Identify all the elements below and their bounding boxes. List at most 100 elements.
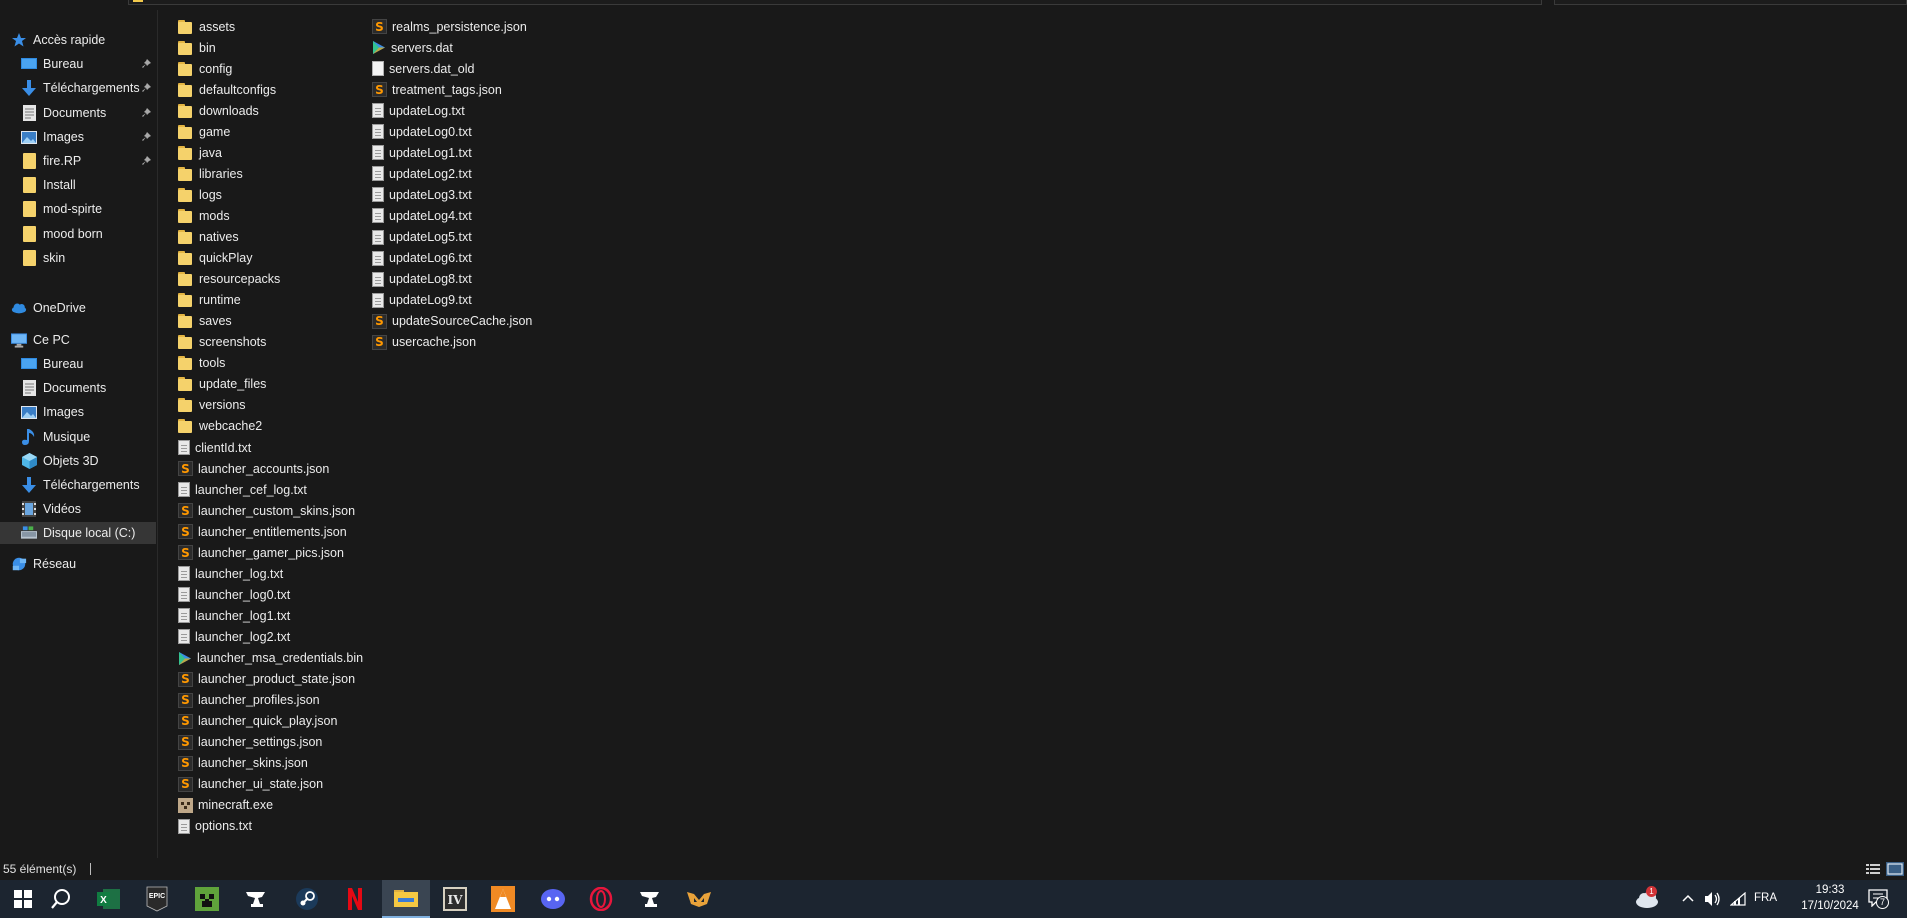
nav-onedrive[interactable]: OneDrive bbox=[0, 297, 156, 319]
volume-icon[interactable] bbox=[1704, 891, 1722, 907]
address-bar[interactable] bbox=[128, 0, 1542, 5]
file-item[interactable]: launcher_log0.txt bbox=[178, 584, 290, 605]
nav-this-pc[interactable]: Ce PC bbox=[0, 329, 156, 351]
file-item[interactable]: updateLog2.txt bbox=[372, 163, 472, 184]
file-item[interactable]: tools bbox=[178, 353, 225, 374]
taskbar-excel[interactable]: X bbox=[86, 880, 132, 918]
taskbar-minecraft[interactable] bbox=[184, 880, 230, 918]
sidebar-item-bureau[interactable]: Bureau bbox=[0, 53, 156, 75]
file-item[interactable]: config bbox=[178, 58, 232, 79]
taskbar-discord[interactable] bbox=[530, 880, 576, 918]
sidebar-item-pc-disque-local-c-[interactable]: Disque local (C:) bbox=[0, 522, 156, 544]
details-view-icon[interactable] bbox=[1866, 863, 1880, 875]
file-item[interactable]: natives bbox=[178, 227, 239, 248]
file-item[interactable]: SupdateSourceCache.json bbox=[372, 311, 532, 332]
file-item[interactable]: launcher_log.txt bbox=[178, 563, 283, 584]
sidebar-item-pc-bureau[interactable]: Bureau bbox=[0, 353, 156, 375]
file-item[interactable]: game bbox=[178, 121, 230, 142]
taskbar-overwolf[interactable] bbox=[676, 880, 722, 918]
file-item[interactable]: versions bbox=[178, 395, 246, 416]
file-item[interactable]: Streatment_tags.json bbox=[372, 79, 502, 100]
sidebar-item-pc-vid-os[interactable]: Vidéos bbox=[0, 498, 156, 520]
sidebar-item-documents[interactable]: Documents bbox=[0, 102, 156, 124]
taskbar-opera-gx[interactable] bbox=[578, 880, 624, 918]
file-item[interactable]: Slauncher_quick_play.json bbox=[178, 711, 337, 732]
search-button[interactable] bbox=[38, 880, 84, 918]
sidebar-item-pc-documents[interactable]: Documents bbox=[0, 377, 156, 399]
file-item[interactable]: runtime bbox=[178, 290, 241, 311]
file-item[interactable]: updateLog0.txt bbox=[372, 121, 472, 142]
sidebar-item-skin[interactable]: skin bbox=[0, 247, 156, 269]
file-item[interactable]: servers.dat_old bbox=[372, 58, 474, 79]
taskbar-modrinth[interactable]: IV bbox=[432, 880, 478, 918]
file-item[interactable]: updateLog1.txt bbox=[372, 142, 472, 163]
file-item[interactable]: options.txt bbox=[178, 816, 252, 837]
file-item[interactable]: launcher_log2.txt bbox=[178, 626, 290, 647]
file-item[interactable]: Susercache.json bbox=[372, 332, 476, 353]
search-box[interactable] bbox=[1554, 0, 1907, 5]
file-item[interactable]: resourcepacks bbox=[178, 269, 280, 290]
file-item[interactable]: updateLog6.txt bbox=[372, 248, 472, 269]
file-item[interactable]: assets bbox=[178, 16, 235, 37]
nav-quick-access[interactable]: Accès rapide bbox=[0, 29, 156, 51]
sidebar-item-pc-t-l-chargements[interactable]: Téléchargements bbox=[0, 474, 156, 496]
sidebar-item-install[interactable]: Install bbox=[0, 174, 156, 196]
taskbar-curseforge-2[interactable] bbox=[628, 880, 674, 918]
file-item[interactable]: logs bbox=[178, 184, 222, 205]
file-item[interactable]: clientId.txt bbox=[178, 437, 251, 458]
sidebar-item-images[interactable]: Images bbox=[0, 126, 156, 148]
file-item[interactable]: updateLog4.txt bbox=[372, 205, 472, 226]
sidebar-item-pc-musique[interactable]: Musique bbox=[0, 426, 156, 448]
file-item[interactable]: defaultconfigs bbox=[178, 79, 276, 100]
file-item[interactable]: launcher_cef_log.txt bbox=[178, 479, 307, 500]
file-item[interactable]: Slauncher_ui_state.json bbox=[178, 774, 323, 795]
large-icons-view-icon[interactable] bbox=[1886, 862, 1904, 876]
file-item[interactable]: Slauncher_profiles.json bbox=[178, 690, 320, 711]
taskbar-steam[interactable] bbox=[284, 880, 330, 918]
file-item[interactable]: updateLog8.txt bbox=[372, 269, 472, 290]
file-item[interactable]: updateLog3.txt bbox=[372, 184, 472, 205]
file-item[interactable]: webcache2 bbox=[178, 416, 262, 437]
language-indicator[interactable]: FRA bbox=[1754, 892, 1777, 904]
file-item[interactable]: updateLog.txt bbox=[372, 100, 465, 121]
taskbar-vlc[interactable] bbox=[480, 880, 526, 918]
sidebar-item-pc-images[interactable]: Images bbox=[0, 401, 156, 423]
sidebar-item-fire-rp[interactable]: fire.RP bbox=[0, 150, 156, 172]
file-item[interactable]: screenshots bbox=[178, 332, 266, 353]
sidebar-item-t-l-chargements[interactable]: Téléchargements bbox=[0, 77, 156, 99]
file-item[interactable]: mods bbox=[178, 205, 230, 226]
file-item[interactable]: Slauncher_settings.json bbox=[178, 732, 322, 753]
sidebar-item-mood-born[interactable]: mood born bbox=[0, 223, 156, 245]
pane-divider[interactable] bbox=[157, 10, 158, 858]
clock-time[interactable]: 19:33 bbox=[1806, 884, 1854, 896]
file-item[interactable]: quickPlay bbox=[178, 248, 253, 269]
notification-center[interactable]: 7 bbox=[1868, 889, 1890, 911]
file-item[interactable]: bin bbox=[178, 37, 216, 58]
sidebar-item-mod-spirte[interactable]: mod-spirte bbox=[0, 198, 156, 220]
taskbar-file-explorer[interactable] bbox=[382, 880, 430, 918]
file-item[interactable]: Srealms_persistence.json bbox=[372, 16, 527, 37]
file-item[interactable]: Slauncher_product_state.json bbox=[178, 669, 355, 690]
file-item[interactable]: update_files bbox=[178, 374, 266, 395]
file-item[interactable]: updateLog5.txt bbox=[372, 227, 472, 248]
nav-network[interactable]: Réseau bbox=[0, 553, 156, 575]
taskbar-epic-games[interactable]: EPIC bbox=[134, 880, 180, 918]
file-item[interactable]: saves bbox=[178, 311, 232, 332]
file-item[interactable]: Slauncher_custom_skins.json bbox=[178, 500, 355, 521]
file-item[interactable]: Slauncher_accounts.json bbox=[178, 458, 329, 479]
network-icon[interactable] bbox=[1730, 892, 1746, 906]
taskbar-curseforge[interactable] bbox=[234, 880, 280, 918]
file-item[interactable]: Slauncher_entitlements.json bbox=[178, 521, 347, 542]
file-item[interactable]: java bbox=[178, 142, 222, 163]
weather-widget[interactable]: 1 bbox=[1634, 886, 1660, 911]
file-item[interactable]: minecraft.exe bbox=[178, 795, 273, 816]
file-item[interactable]: libraries bbox=[178, 163, 243, 184]
chevron-up-icon[interactable] bbox=[1682, 894, 1694, 902]
clock-date[interactable]: 17/10/2024 bbox=[1790, 900, 1870, 912]
file-item[interactable]: servers.dat bbox=[372, 37, 453, 58]
taskbar-netflix[interactable] bbox=[332, 880, 378, 918]
sidebar-item-pc-objets-3d[interactable]: Objets 3D bbox=[0, 450, 156, 472]
file-item[interactable]: Slauncher_gamer_pics.json bbox=[178, 542, 344, 563]
file-item[interactable]: Slauncher_skins.json bbox=[178, 753, 308, 774]
file-item[interactable]: launcher_log1.txt bbox=[178, 605, 290, 626]
